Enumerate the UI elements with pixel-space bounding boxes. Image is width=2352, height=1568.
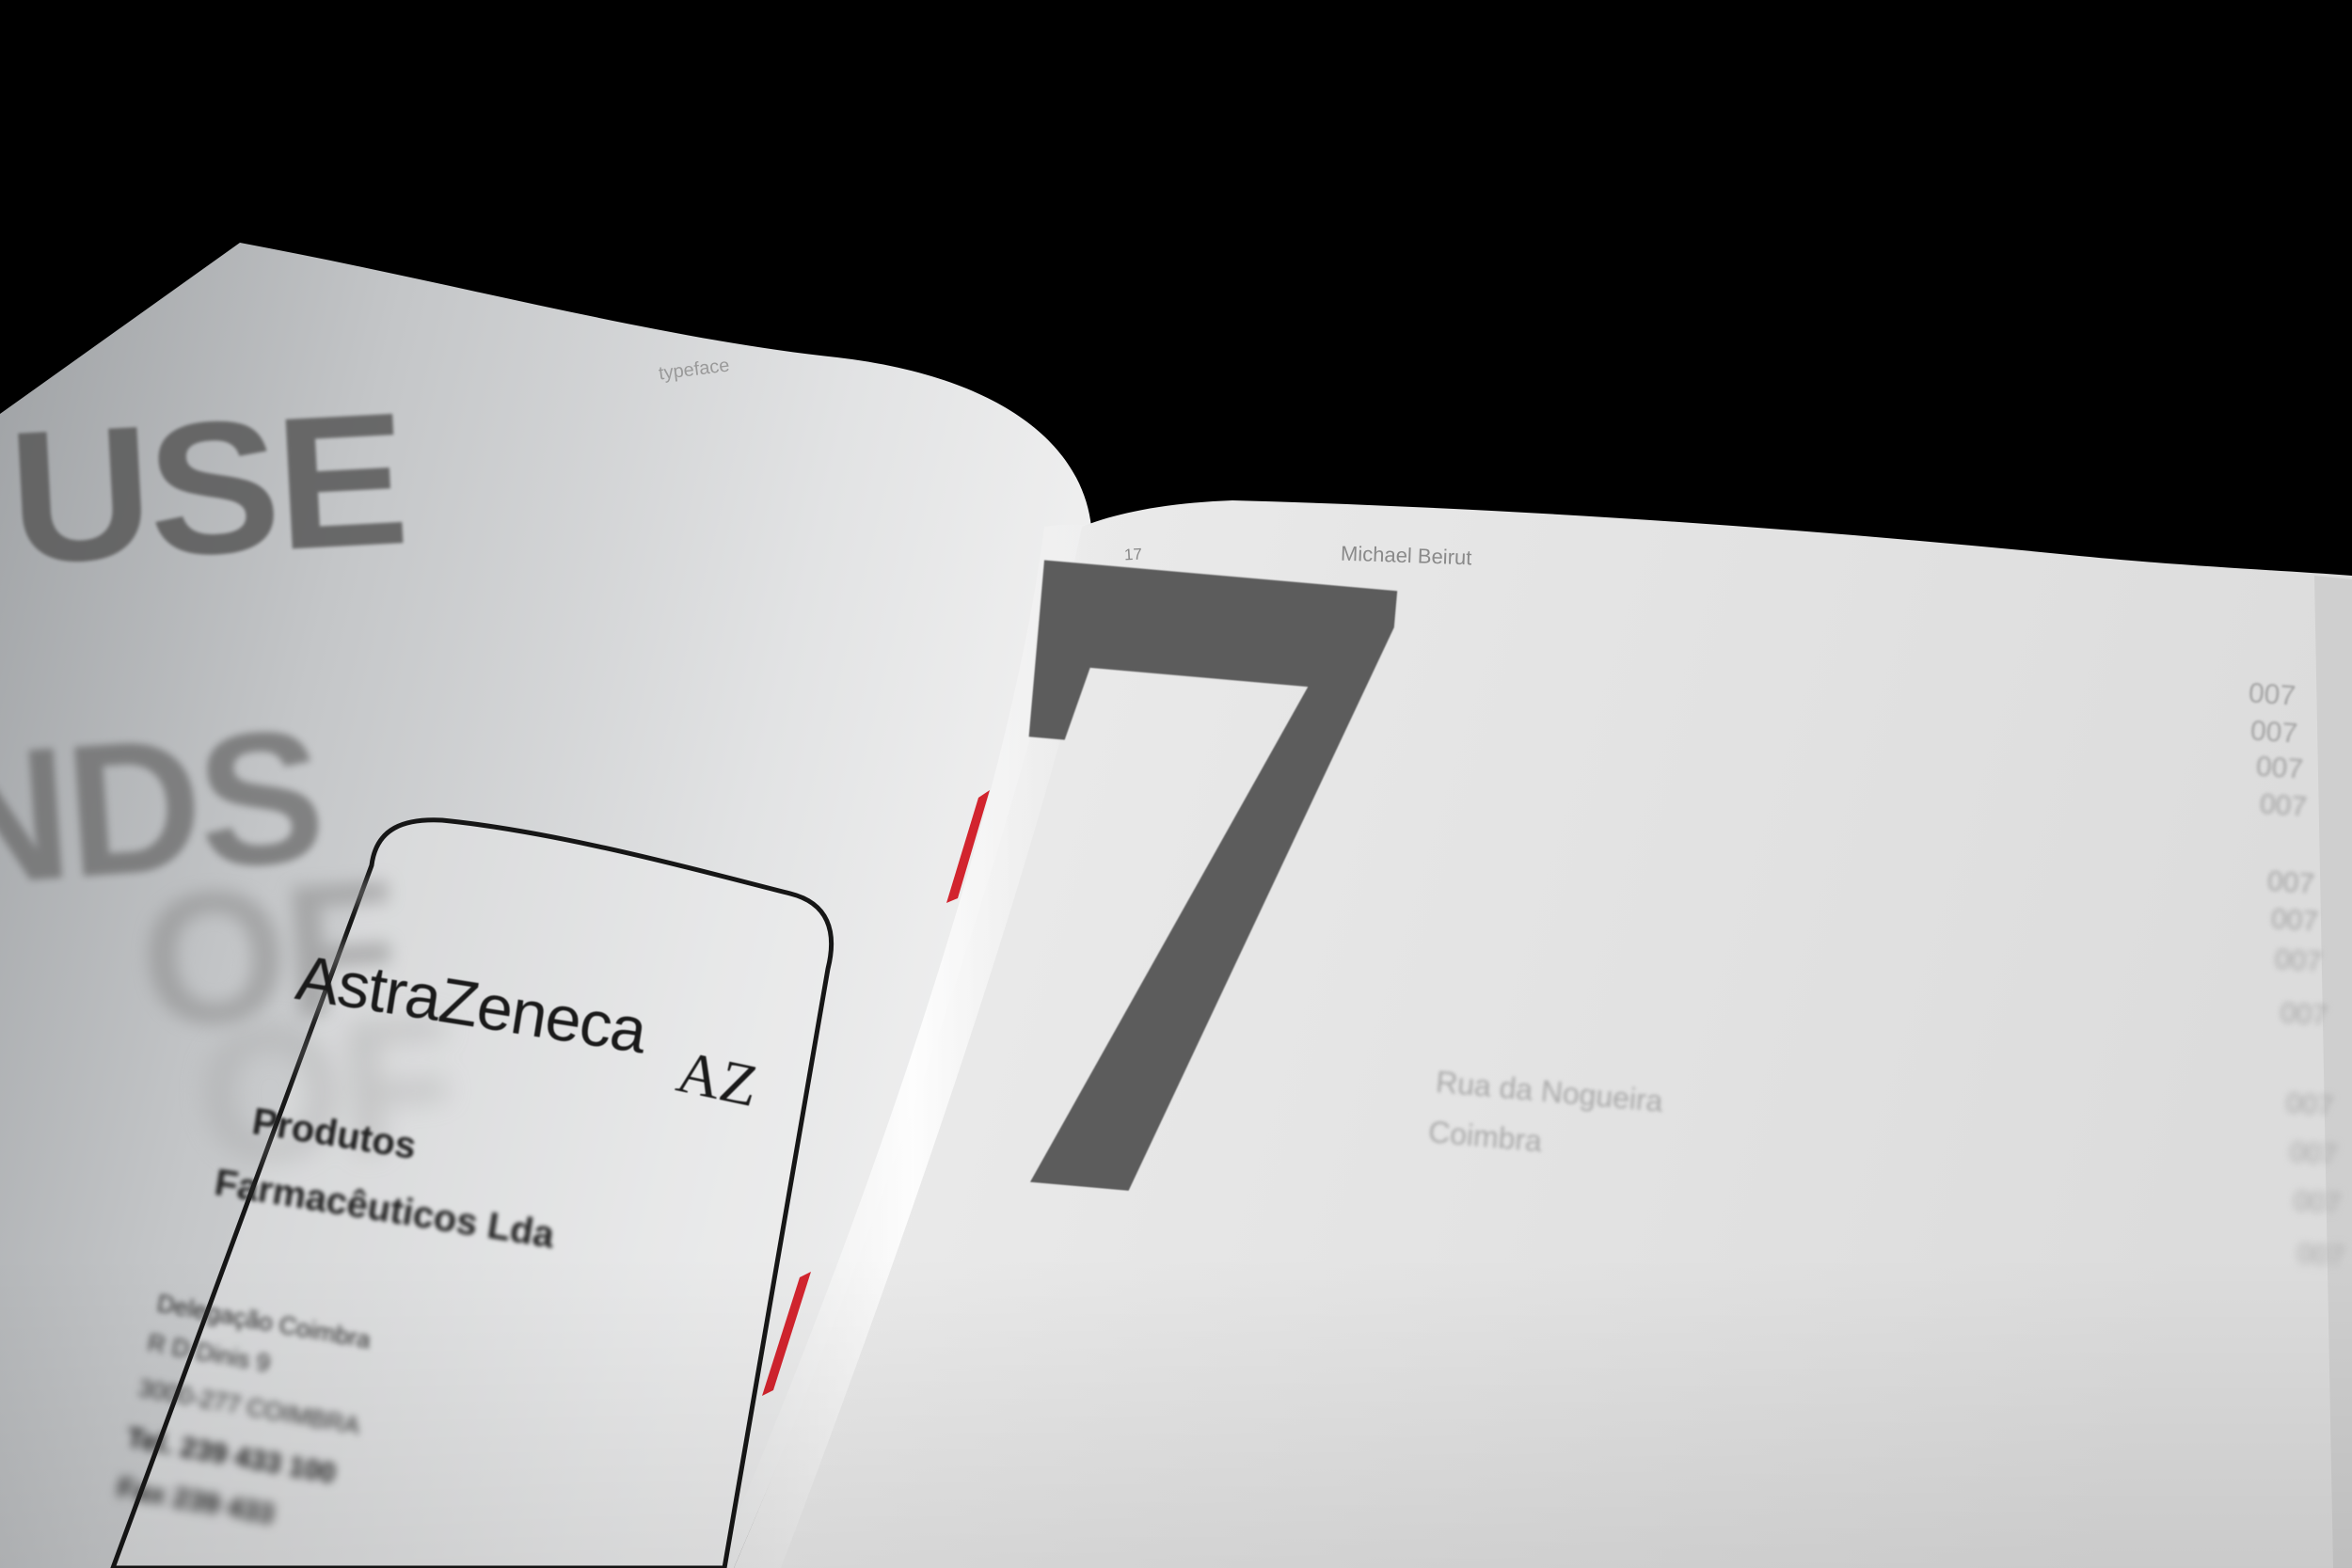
- side-code-item: 007: [2269, 903, 2320, 938]
- side-code-item: 007: [2273, 943, 2324, 978]
- big-numeral-seven: 7: [924, 332, 1438, 1417]
- side-code-item: 007: [2279, 997, 2329, 1032]
- open-booklet-photo: typeface USE NDS OF OF AstraZeneca AZ Pr…: [0, 0, 2352, 1568]
- side-code-item: 007: [2247, 677, 2297, 712]
- left-heading-line1: USE: [4, 373, 409, 604]
- side-code-item: 007: [2254, 751, 2305, 785]
- side-code-item: 007: [2284, 1087, 2335, 1122]
- side-code-item: 007: [2296, 1238, 2346, 1273]
- side-code-item: 007: [2265, 865, 2316, 900]
- side-code-item: 007: [2249, 715, 2299, 750]
- side-code-item: 007: [2292, 1185, 2343, 1220]
- side-code-item: 007: [2288, 1136, 2339, 1171]
- side-code-item: 007: [2258, 788, 2309, 823]
